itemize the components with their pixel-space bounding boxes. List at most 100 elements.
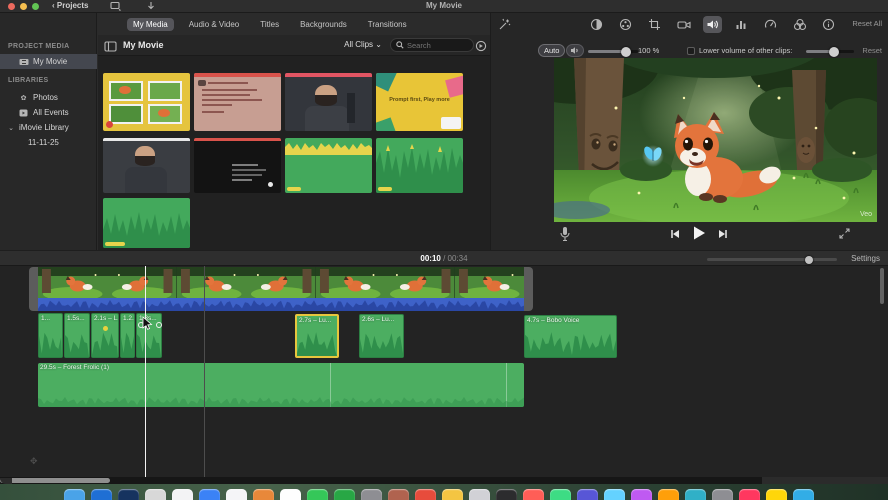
- dock-app-icon[interactable]: [64, 489, 85, 500]
- next-frame-button[interactable]: [717, 227, 729, 245]
- thumbnail-audio-clip-1[interactable]: [285, 138, 372, 193]
- dock-app-icon[interactable]: [631, 489, 652, 500]
- dock-app-icon[interactable]: [145, 489, 166, 500]
- search-field[interactable]: [390, 38, 474, 52]
- fullscreen-icon[interactable]: [838, 227, 851, 245]
- lower-volume-checkbox[interactable]: [687, 47, 695, 55]
- sidebar-item-photos[interactable]: ✿ Photos: [0, 90, 97, 105]
- timeline-zoom-slider[interactable]: [707, 255, 837, 264]
- previous-frame-button[interactable]: [669, 227, 681, 245]
- dock-app-icon[interactable]: [766, 489, 787, 500]
- dock-app-icon[interactable]: [496, 489, 517, 500]
- volume-slider[interactable]: [588, 46, 638, 57]
- reset-volume-button[interactable]: Reset: [862, 46, 882, 55]
- tab-transitions[interactable]: Transitions: [362, 18, 413, 31]
- tab-titles[interactable]: Titles: [254, 18, 285, 31]
- speed-gauge-icon[interactable]: [761, 16, 780, 33]
- sidebar-item-my-movie[interactable]: My Movie: [0, 54, 97, 69]
- audio-clip[interactable]: 1.2...: [120, 313, 135, 358]
- dock-app-icon[interactable]: [577, 489, 598, 500]
- thumbnail-audio-clip-2[interactable]: [376, 138, 463, 193]
- playhead[interactable]: [145, 266, 146, 477]
- tab-audio-video[interactable]: Audio & Video: [183, 18, 246, 31]
- dock-app-icon[interactable]: [226, 489, 247, 500]
- filmstrip-frame[interactable]: [385, 267, 455, 298]
- dock-app-icon[interactable]: [469, 489, 490, 500]
- thumbnail-webcam-man-2[interactable]: [103, 138, 190, 193]
- thumbnail-document[interactable]: [194, 73, 281, 131]
- sidebar-item-all-events[interactable]: All Events: [0, 105, 97, 120]
- dock-app-icon[interactable]: [307, 489, 328, 500]
- audio-clip[interactable]: 1...: [38, 313, 63, 358]
- clip-trim-handle-right[interactable]: [524, 267, 533, 311]
- video-clip-audio-bar[interactable]: [38, 298, 524, 311]
- scrollbar-thumb[interactable]: [0, 478, 110, 483]
- volume-icon[interactable]: [703, 16, 722, 33]
- mute-speaker-button[interactable]: [566, 44, 584, 57]
- recents-clock-icon[interactable]: [475, 39, 487, 57]
- sidebar-toggle-icon[interactable]: [104, 39, 117, 57]
- background-music-clip[interactable]: 29.5s – Forest Frolic (1): [38, 363, 524, 407]
- dock-app-icon[interactable]: [658, 489, 679, 500]
- audio-clip[interactable]: 4.7s – Bobo Voice: [524, 315, 617, 358]
- lower-volume-slider[interactable]: [806, 46, 854, 57]
- auto-volume-button[interactable]: Auto: [538, 44, 566, 57]
- thumbnail-audio-clip-3[interactable]: [103, 198, 190, 248]
- all-clips-filter-dropdown[interactable]: All Clips ⌄: [344, 40, 382, 49]
- video-clip-filmstrip[interactable]: [38, 267, 524, 298]
- dock-app-icon[interactable]: [793, 489, 814, 500]
- dock-app-icon[interactable]: [550, 489, 571, 500]
- dock-app-icon[interactable]: [523, 489, 544, 500]
- timeline[interactable]: 1...1.5s...2.1s – L...1.2...1.3s...2.7s …: [0, 266, 888, 477]
- dock-app-icon[interactable]: [604, 489, 625, 500]
- dock-app-icon[interactable]: [685, 489, 706, 500]
- dock-app-icon[interactable]: [91, 489, 112, 500]
- dock-app-icon[interactable]: [442, 489, 463, 500]
- dock-app-icon[interactable]: [280, 489, 301, 500]
- enhance-magic-wand-icon[interactable]: [498, 18, 511, 36]
- timeline-settings-button[interactable]: Settings: [851, 254, 880, 263]
- filmstrip-frame[interactable]: [454, 267, 524, 298]
- stabilization-icon[interactable]: [674, 16, 693, 33]
- tab-backgrounds[interactable]: Backgrounds: [294, 18, 353, 31]
- color-correction-icon[interactable]: [616, 16, 635, 33]
- filmstrip-frame[interactable]: [315, 267, 386, 298]
- filmstrip-frame[interactable]: [176, 267, 247, 298]
- dock-app-icon[interactable]: [172, 489, 193, 500]
- reset-all-button[interactable]: Reset All: [852, 19, 882, 28]
- dock-app-icon[interactable]: [334, 489, 355, 500]
- play-button[interactable]: [691, 225, 707, 246]
- timeline-horizontal-scrollbar[interactable]: [0, 477, 762, 484]
- crop-icon[interactable]: [645, 16, 664, 33]
- filmstrip-frame[interactable]: [107, 267, 177, 298]
- dock-app-icon[interactable]: [388, 489, 409, 500]
- dock-app-icon[interactable]: [253, 489, 274, 500]
- clip-trim-handle-left[interactable]: [29, 267, 38, 311]
- voiceover-mic-icon[interactable]: [559, 226, 571, 247]
- search-input[interactable]: [407, 40, 467, 50]
- clip-filters-icon[interactable]: [790, 16, 809, 33]
- thumbnail-yellow-slide[interactable]: Prompt first, Play more: [376, 73, 463, 131]
- filmstrip-frame[interactable]: [38, 267, 108, 298]
- audio-clip[interactable]: 2.7s – Lu...: [295, 314, 339, 358]
- dock-app-icon[interactable]: [712, 489, 733, 500]
- tab-my-media[interactable]: My Media: [127, 17, 174, 31]
- thumbnail-fox-collage[interactable]: [103, 73, 190, 131]
- audio-clip[interactable]: 2.6s – Lu...: [359, 314, 404, 358]
- thumbnail-webcam-man[interactable]: [285, 73, 372, 131]
- sidebar-item-imovie-library[interactable]: ⌄ iMovie Library: [0, 120, 97, 135]
- dock-app-icon[interactable]: [199, 489, 220, 500]
- dock-app-icon[interactable]: [361, 489, 382, 500]
- filmstrip-frame[interactable]: [246, 267, 316, 298]
- dock-app-icon[interactable]: [118, 489, 139, 500]
- noise-reduction-eq-icon[interactable]: [732, 16, 751, 33]
- dock-app-icon[interactable]: [739, 489, 760, 500]
- sidebar-item-event-11-11-25[interactable]: 11-11-25: [0, 135, 97, 150]
- audio-clip[interactable]: 1.5s...: [64, 313, 90, 358]
- timeline-vertical-scrollbar[interactable]: [880, 268, 884, 304]
- color-balance-icon[interactable]: [587, 16, 606, 33]
- audio-clip[interactable]: 2.1s – L...: [91, 313, 119, 358]
- clip-info-icon[interactable]: [819, 16, 838, 33]
- thumbnail-screen-recording[interactable]: [194, 138, 281, 193]
- dock-app-icon[interactable]: [415, 489, 436, 500]
